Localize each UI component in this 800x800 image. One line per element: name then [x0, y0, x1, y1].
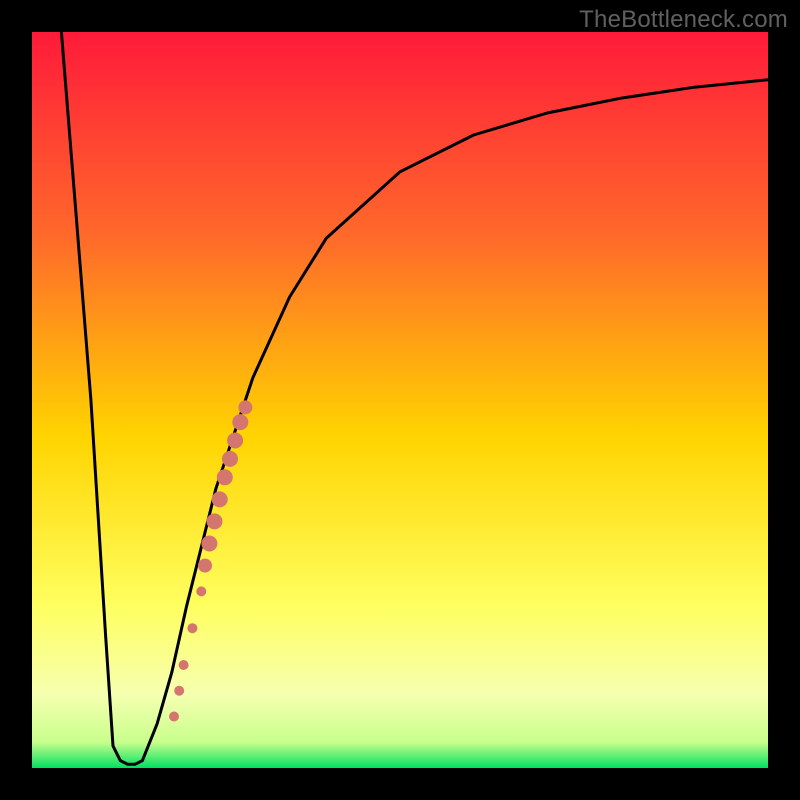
plot-area	[32, 32, 768, 768]
marker-point	[207, 513, 223, 529]
marker-point	[201, 536, 217, 552]
chart-frame: TheBottleneck.com	[0, 0, 800, 800]
marker-point	[169, 712, 179, 722]
marker-point	[187, 623, 197, 633]
marker-point	[217, 469, 233, 485]
marker-point	[227, 433, 243, 449]
marker-point	[222, 451, 238, 467]
marker-point	[196, 586, 206, 596]
marker-point	[174, 686, 184, 696]
marker-point	[238, 400, 252, 414]
marker-point	[232, 414, 248, 430]
marker-point	[198, 559, 212, 573]
bottleneck-curve	[61, 32, 768, 764]
marker-point	[179, 660, 189, 670]
marker-point	[212, 491, 228, 507]
curve-layer	[32, 32, 768, 768]
watermark-text: TheBottleneck.com	[579, 6, 788, 34]
marker-group	[169, 400, 252, 721]
